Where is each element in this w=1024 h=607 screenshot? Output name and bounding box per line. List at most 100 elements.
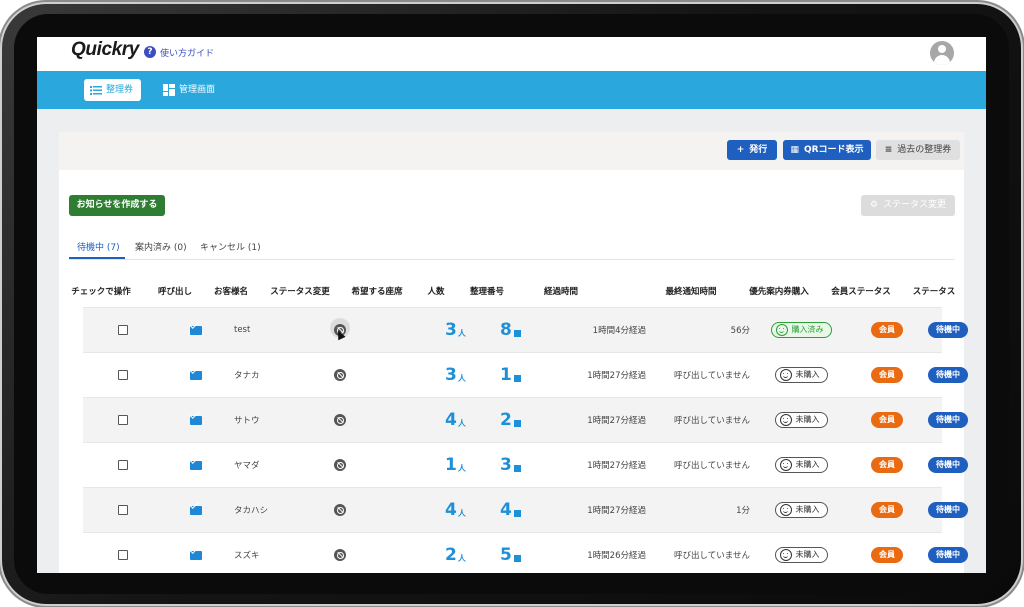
header-call: 呼び出し <box>157 287 193 297</box>
list-icon <box>90 86 102 95</box>
header-seat: 希望する座席 <box>351 287 403 297</box>
header-people: 人数 <box>427 287 445 297</box>
last-notify-time: 1分 <box>736 506 750 516</box>
header-check: チェックで操作 <box>71 287 131 297</box>
mail-icon[interactable] <box>190 550 202 560</box>
status-badge[interactable]: 待機中 <box>928 412 968 428</box>
ticket-number: 3 <box>500 443 521 487</box>
guide-link[interactable]: 使い方ガイド <box>160 46 214 59</box>
smile-icon <box>775 324 788 336</box>
dashboard-icon <box>163 84 175 96</box>
ban-icon[interactable] <box>334 369 346 381</box>
ticket-table-body: test 3人 8 1時間4分経過 56分 購入済み 会員 待機中 タナカ 3人… <box>83 307 968 573</box>
table-row[interactable]: サトウ 4人 2 1時間27分経過 呼び出していません 未購入 会員 待機中 <box>83 397 968 442</box>
priority-pill: 未購入 <box>774 367 828 383</box>
mail-icon[interactable] <box>190 370 202 380</box>
table-row[interactable]: test 3人 8 1時間4分経過 56分 購入済み 会員 待機中 <box>83 307 968 352</box>
member-badge: 会員 <box>871 322 903 338</box>
table-row[interactable]: タナカ 3人 1 1時間27分経過 呼び出していません 未購入 会員 待機中 <box>83 352 968 397</box>
smile-icon <box>779 459 792 471</box>
customer-name: サトウ <box>234 416 260 426</box>
mail-icon[interactable] <box>190 505 202 515</box>
customer-name: タカハシ <box>234 506 269 516</box>
app-screen: Quickry ? 使い方ガイド 整理券 管理画面 + 発行 ▦ QRコード表示… <box>37 37 986 573</box>
tab-guided[interactable]: 案内済み (0) <box>135 240 187 253</box>
priority-pill: 未購入 <box>774 547 828 563</box>
qr-icon: ▦ <box>790 145 799 155</box>
nav-bar: 整理券 管理画面 <box>37 71 986 109</box>
ticket-number: 4 <box>500 488 521 532</box>
create-notice-button[interactable]: お知らせを作成する <box>69 195 165 216</box>
nav-admin[interactable]: 管理画面 <box>157 79 223 101</box>
tab-waiting[interactable]: 待機中 (7) <box>77 240 120 253</box>
qr-button[interactable]: ▦ QRコード表示 <box>783 140 871 160</box>
mail-icon[interactable] <box>190 460 202 470</box>
status-badge[interactable]: 待機中 <box>928 367 968 383</box>
row-checkbox[interactable] <box>118 415 128 425</box>
status-tabs: 待機中 (7) 案内済み (0) キャンセル (1) <box>69 232 955 260</box>
nav-ticket-label: 整理券 <box>106 85 134 95</box>
last-notify-time: 呼び出していません <box>674 461 750 471</box>
ban-icon[interactable] <box>334 414 346 426</box>
member-badge: 会員 <box>871 367 903 383</box>
header-priority: 優先案内券購入 <box>749 287 809 297</box>
member-badge: 会員 <box>871 412 903 428</box>
nav-admin-label: 管理画面 <box>179 85 216 95</box>
header-last-notify: 最終通知時間 <box>665 287 717 297</box>
help-icon[interactable]: ? <box>144 46 156 58</box>
mail-icon[interactable] <box>190 415 202 425</box>
header-status: ステータス <box>912 287 956 297</box>
table-header: チェックで操作 呼び出し お客様名 ステータス変更 希望する座席 人数 整理番号… <box>61 279 955 303</box>
last-notify-time: 呼び出していません <box>674 371 750 381</box>
people-count: 4人 <box>445 500 466 520</box>
elapsed-time: 1時間4分経過 <box>592 326 646 336</box>
table-row[interactable]: タカハシ 4人 4 1時間27分経過 1分 未購入 会員 待機中 <box>83 487 968 532</box>
ban-icon[interactable] <box>334 504 346 516</box>
past-tickets-button[interactable]: ≡ 過去の整理券 <box>876 140 960 160</box>
priority-pill: 未購入 <box>774 457 828 473</box>
people-count: 2人 <box>445 545 466 565</box>
row-checkbox[interactable] <box>118 325 128 335</box>
status-change-button[interactable]: ⚙ ステータス変更 <box>861 195 955 216</box>
app-logo[interactable]: Quickry <box>71 39 139 61</box>
smile-icon <box>779 549 792 561</box>
status-badge[interactable]: 待機中 <box>928 547 968 563</box>
row-checkbox[interactable] <box>118 505 128 515</box>
customer-name: スズキ <box>234 551 260 561</box>
nav-ticket[interactable]: 整理券 <box>84 79 142 101</box>
elapsed-time: 1時間27分経過 <box>587 416 646 426</box>
avatar-icon[interactable] <box>930 41 954 65</box>
header-name: お客様名 <box>213 287 249 297</box>
member-badge: 会員 <box>871 457 903 473</box>
elapsed-time: 1時間27分経過 <box>587 371 646 381</box>
last-notify-time: 呼び出していません <box>674 551 750 561</box>
priority-pill: 未購入 <box>774 412 828 428</box>
last-notify-time: 56分 <box>730 326 750 336</box>
table-row[interactable]: ヤマダ 1人 3 1時間27分経過 呼び出していません 未購入 会員 待機中 <box>83 442 968 487</box>
smile-icon <box>779 414 792 426</box>
issue-button[interactable]: + 発行 <box>727 140 777 160</box>
tab-cancel[interactable]: キャンセル (1) <box>200 240 261 253</box>
status-badge[interactable]: 待機中 <box>928 322 968 338</box>
row-checkbox[interactable] <box>118 460 128 470</box>
status-badge[interactable]: 待機中 <box>928 457 968 473</box>
member-badge: 会員 <box>871 547 903 563</box>
people-count: 3人 <box>445 320 466 340</box>
last-notify-time: 呼び出していません <box>674 416 750 426</box>
ban-icon[interactable] <box>334 459 346 471</box>
priority-pill: 購入済み <box>770 322 832 338</box>
ban-icon[interactable] <box>334 549 346 561</box>
elapsed-time: 1時間27分経過 <box>587 506 646 516</box>
table-row[interactable]: スズキ 2人 5 1時間26分経過 呼び出していません 未購入 会員 待機中 <box>83 532 968 573</box>
header-elapsed: 経過時間 <box>543 287 579 297</box>
header-number: 整理番号 <box>469 287 505 297</box>
smile-icon <box>779 504 792 516</box>
row-checkbox[interactable] <box>118 370 128 380</box>
customer-name: ヤマダ <box>234 461 260 471</box>
plus-icon: + <box>736 145 745 155</box>
row-checkbox[interactable] <box>118 550 128 560</box>
mail-icon[interactable] <box>190 325 202 335</box>
status-badge[interactable]: 待機中 <box>928 502 968 518</box>
elapsed-time: 1時間26分経過 <box>587 551 646 561</box>
people-count: 3人 <box>445 365 466 385</box>
